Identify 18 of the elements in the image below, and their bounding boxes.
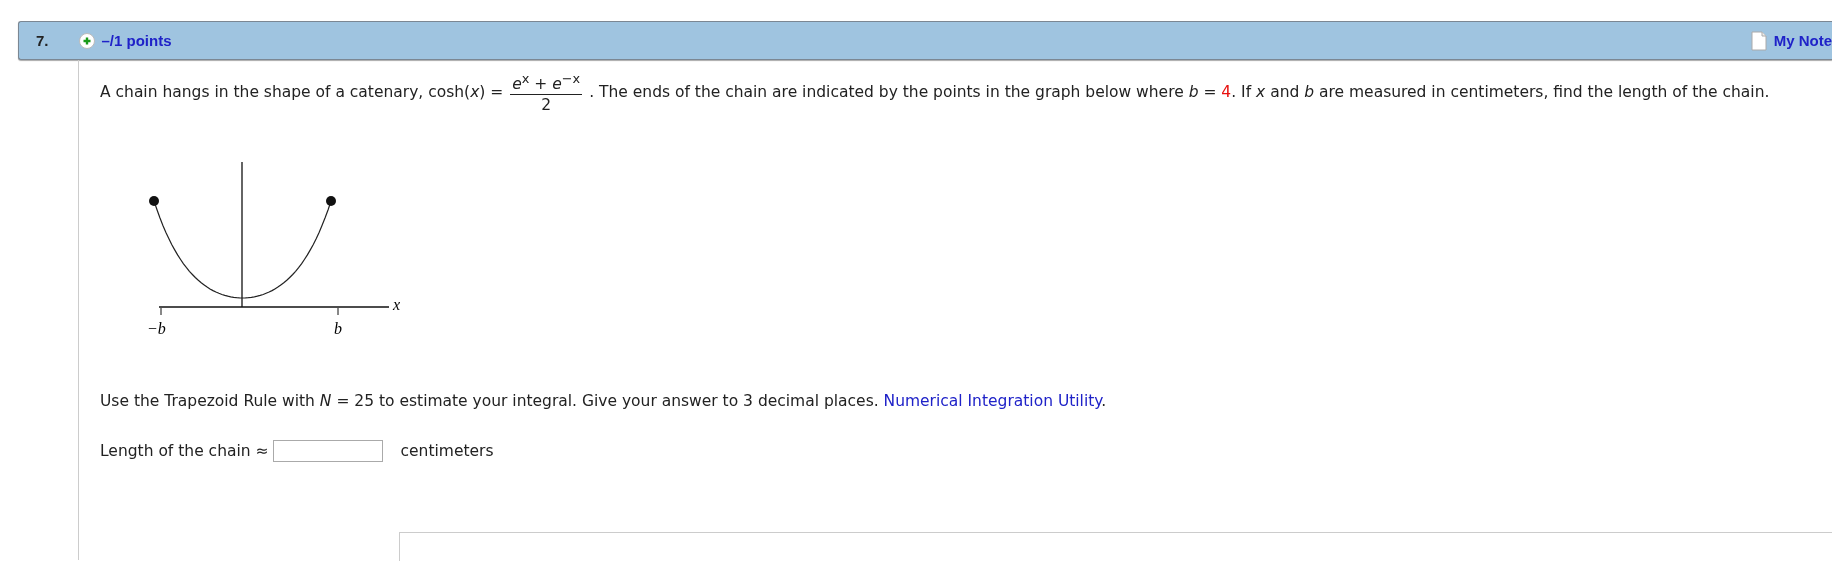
instruction-text: Use the Trapezoid Rule with N = 25 to estimate your integral. Give your answer to 3 decimal places. Numerical Integration Utility.	[99, 391, 1108, 411]
tick-label: −b	[147, 320, 166, 338]
tick-mark	[160, 307, 162, 316]
answer-field[interactable]	[272, 440, 383, 463]
endpoint-dot	[149, 196, 159, 207]
my-notes-link[interactable]: My Note	[1773, 32, 1832, 49]
points-label: –/1 points	[101, 32, 172, 49]
tick-label: b	[334, 320, 342, 338]
question-number: 7.	[36, 32, 49, 49]
endpoint-dot	[326, 196, 336, 207]
unit-label: centimeters	[400, 442, 494, 461]
axis-label: x	[393, 296, 401, 314]
plus-icon[interactable]	[78, 32, 95, 49]
utility-link[interactable]: Numerical Integration Utility	[883, 392, 1102, 411]
tick-mark	[337, 307, 339, 316]
question-text: A chain hangs in the shape of a catenary, cosh(x) = e$^{x}$ + e$^{−x}$ 2 . The ends of the chain are indicated by the points in the graph below where b = 4. If x and b are measured in centimeters, find the length of the chain.	[99, 69, 1771, 115]
document-icon[interactable]	[1750, 30, 1767, 51]
answer-label: Length of the chain ≈	[100, 442, 269, 461]
